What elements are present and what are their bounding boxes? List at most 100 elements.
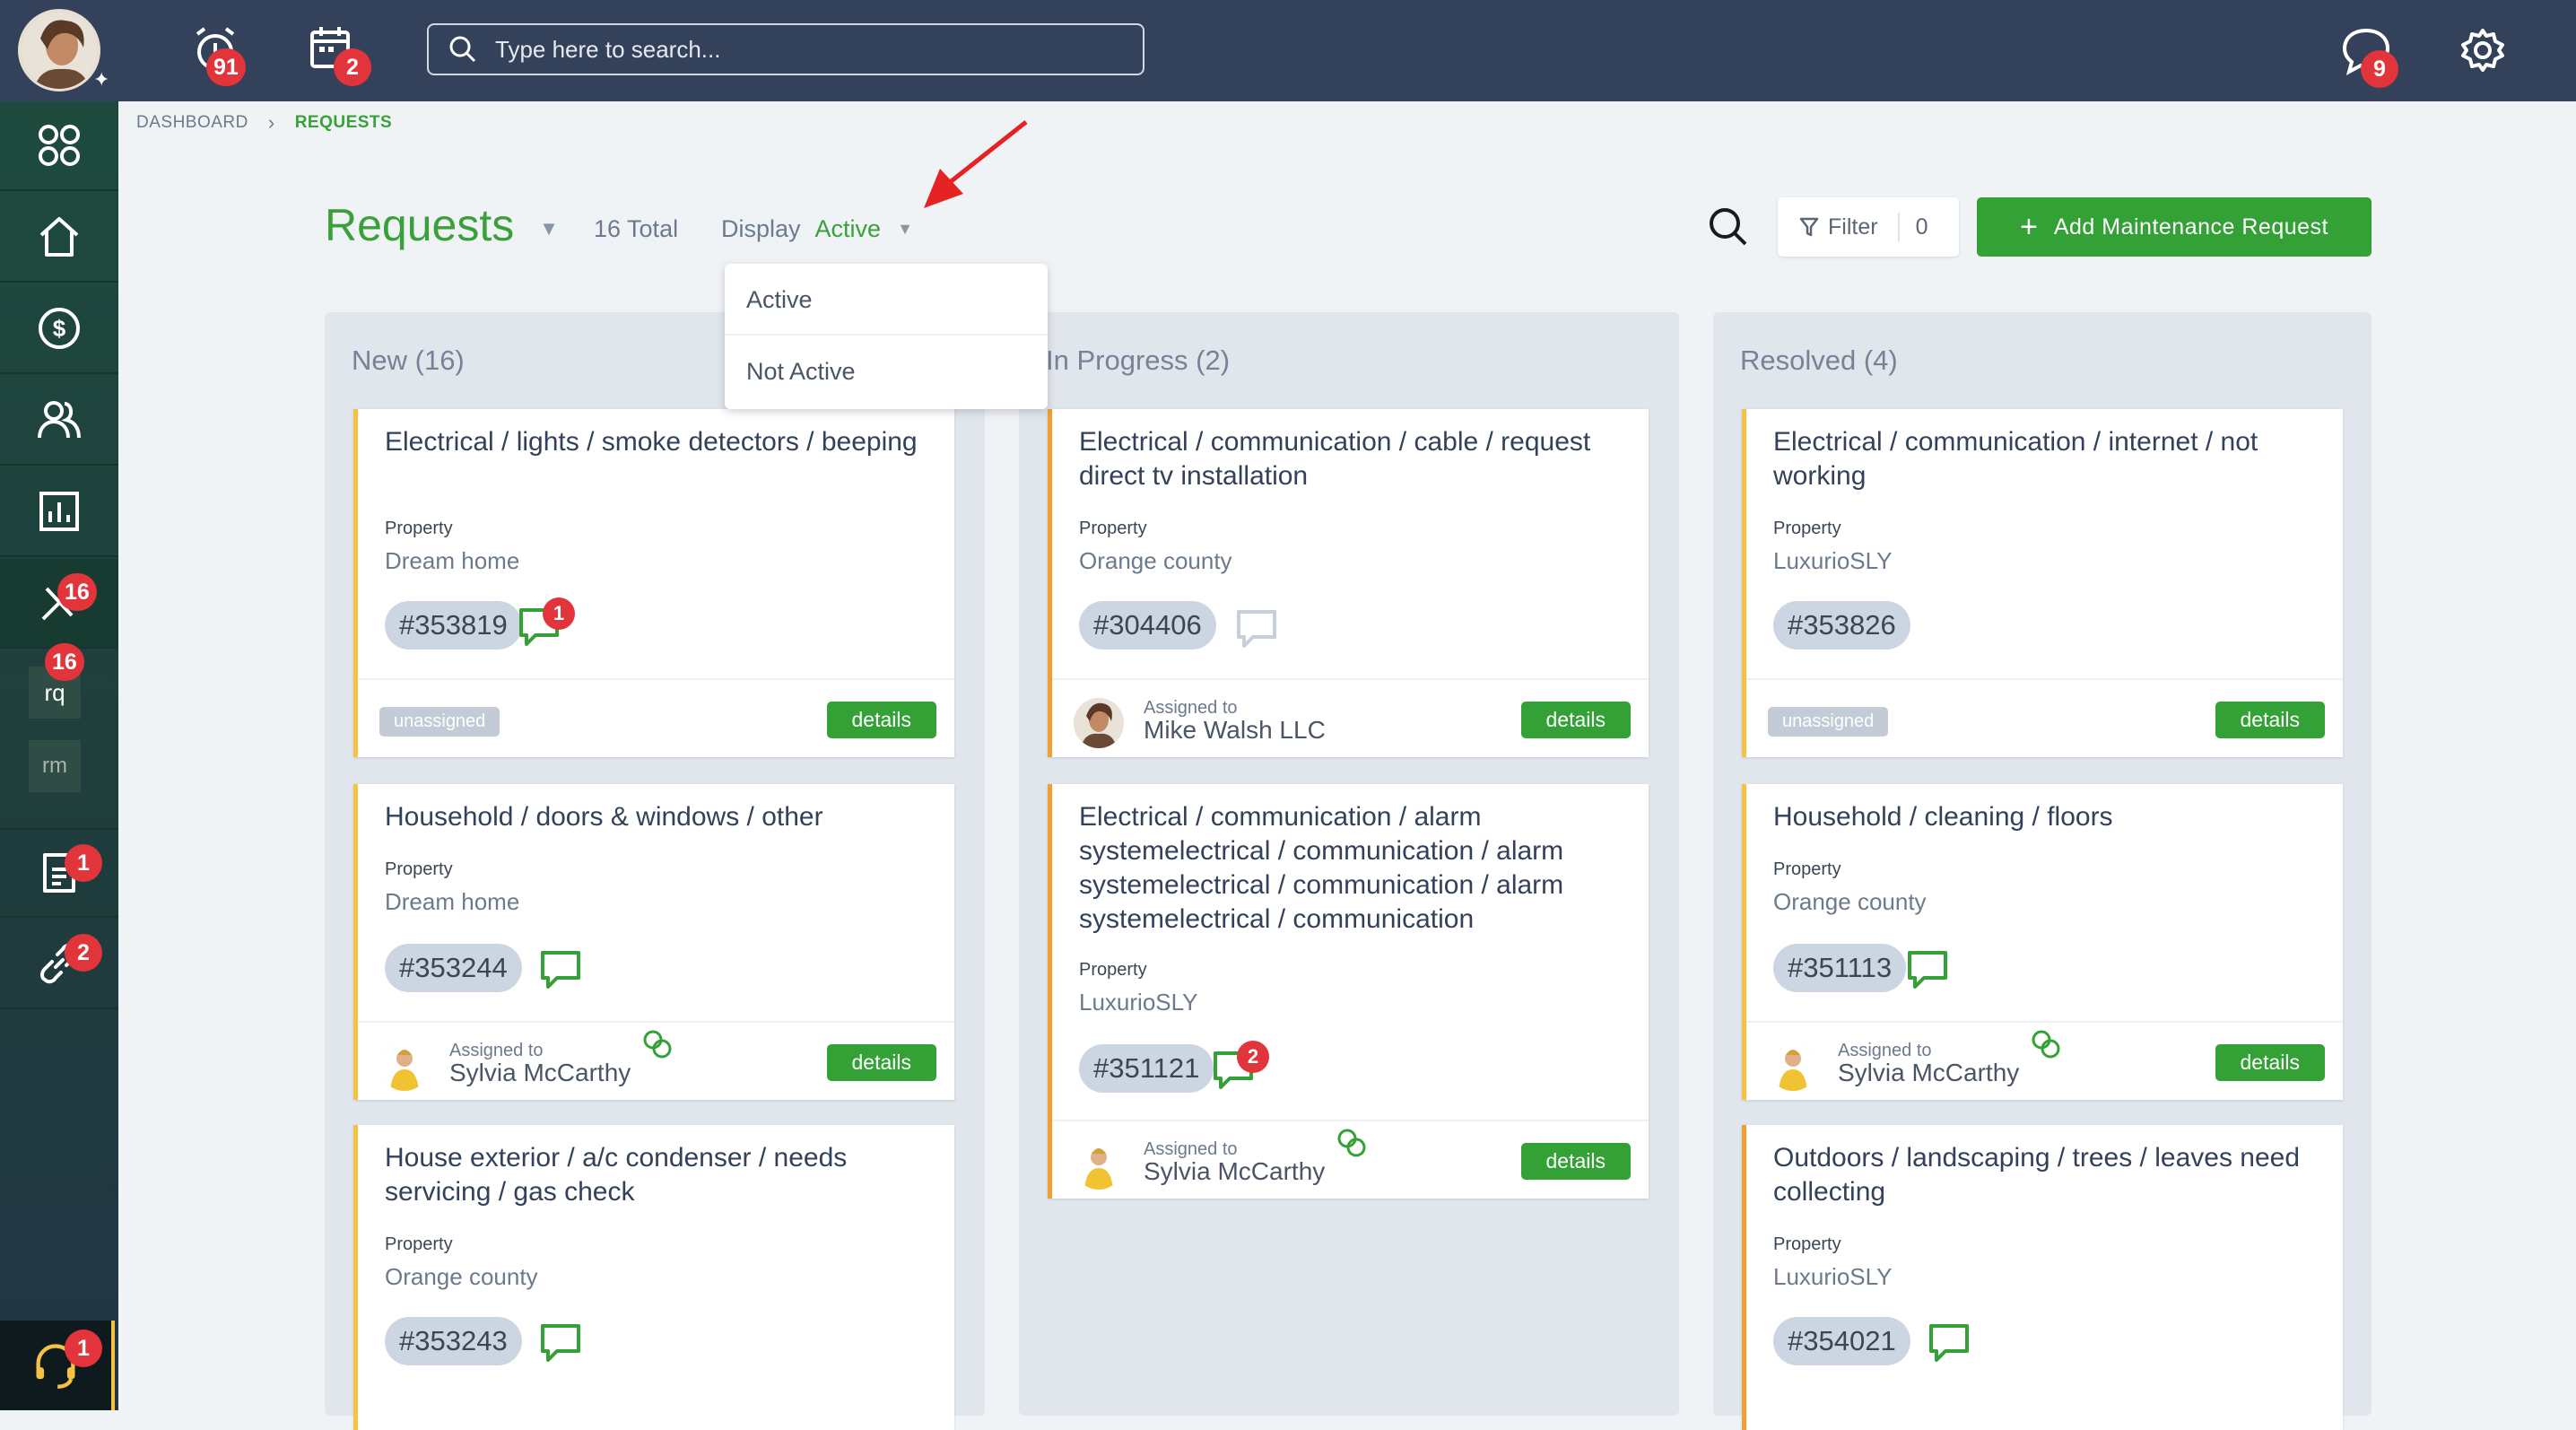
property-value: LuxurioSLY	[1079, 989, 1198, 1016]
chat-icon[interactable]	[1926, 1319, 1972, 1365]
assignee-avatar	[1074, 698, 1124, 748]
request-card[interactable]: Electrical / communication / internet / …	[1742, 409, 2343, 757]
chat-icon[interactable]	[537, 946, 584, 992]
property-label: Property	[1773, 859, 1841, 879]
details-button[interactable]: details	[1520, 1143, 1631, 1180]
chat-count-badge: 1	[543, 597, 575, 630]
settings-gear-icon[interactable]	[2454, 22, 2511, 79]
card-footer: Assigned to Sylvia McCarthy details	[1746, 1021, 2343, 1100]
sidebar-item-people[interactable]	[0, 376, 118, 466]
request-title: House exterior / a/c condenser / needs s…	[385, 1143, 848, 1207]
details-button[interactable]: details	[2215, 1044, 2325, 1081]
pin-icon: ✦	[93, 68, 110, 91]
request-card[interactable]: House exterior / a/c condenser / needs s…	[353, 1125, 954, 1430]
property-value: Orange county	[1079, 547, 1232, 574]
breadcrumb: DASHBOARD › REQUESTS	[136, 111, 392, 135]
sidebar-item-reports[interactable]	[0, 467, 118, 557]
sidebar-item-finance[interactable]: $	[0, 284, 118, 374]
alarm-icon[interactable]: 91	[188, 22, 246, 86]
chat-count-badge: 2	[1237, 1041, 1269, 1073]
search-box[interactable]	[427, 23, 1144, 75]
request-id-tag: #353819	[385, 601, 522, 650]
grid-icon	[39, 125, 80, 166]
property-label: Property	[385, 519, 453, 538]
request-card[interactable]: Household / doors & windows / other Prop…	[353, 784, 954, 1100]
sidebar-item-documents[interactable]: 1	[0, 828, 118, 918]
property-value: Dream home	[385, 888, 520, 915]
calendar-icon[interactable]: 2	[305, 22, 371, 86]
sidebar-item-rq[interactable]: rq 16	[29, 643, 84, 719]
property-value: LuxurioSLY	[1773, 547, 1893, 574]
sidebar-item-home[interactable]	[0, 193, 118, 283]
chat-icon[interactable]	[1233, 605, 1280, 651]
breadcrumb-dashboard[interactable]: DASHBOARD	[136, 113, 248, 133]
card-footer: Assigned to Mike Walsh LLC details	[1052, 678, 1649, 757]
filter-divider	[1897, 213, 1900, 241]
request-card[interactable]: Electrical / lights / smoke detectors / …	[353, 409, 954, 757]
sidebar-item-maintenance[interactable]: 16	[0, 559, 118, 649]
column-new: New (16) Electrical / lights / smoke det…	[325, 312, 985, 1430]
details-button[interactable]: details	[826, 1044, 936, 1081]
chat-icon[interactable]	[537, 1319, 584, 1365]
filter-button[interactable]: Filter 0	[1778, 197, 1959, 257]
annotation-arrow	[924, 120, 1028, 208]
details-button[interactable]: details	[1520, 702, 1631, 738]
card-footer: Assigned to Sylvia McCarthy details	[358, 1021, 954, 1100]
sidebar-item-support[interactable]: 1	[0, 1321, 115, 1410]
request-id-tag: #353243	[385, 1317, 522, 1365]
search-input[interactable]	[495, 35, 1105, 64]
card-footer: unassigned details	[1746, 678, 2343, 757]
assignee-name: Mike Walsh LLC	[1144, 716, 1326, 744]
assignee-name: Sylvia McCarthy	[1838, 1059, 2020, 1086]
property-value: Orange county	[1773, 888, 1927, 915]
sidebar-item-rm[interactable]: rm	[29, 740, 81, 792]
maintenance-badge: 16	[57, 573, 97, 611]
display-option-active[interactable]: Active	[725, 264, 1048, 336]
request-card[interactable]: Household / cleaning / floors Property O…	[1742, 784, 2343, 1100]
calendar-count-badge: 2	[334, 48, 371, 86]
request-card[interactable]: Electrical / communication / cable / req…	[1048, 409, 1649, 757]
chevron-right-icon: ›	[267, 111, 275, 134]
page-title-text: Requests	[325, 200, 515, 250]
links-badge: 2	[65, 934, 102, 972]
display-selector[interactable]: Display Active ▼	[721, 215, 913, 243]
add-maintenance-request-button[interactable]: + Add Maintenance Request	[1977, 197, 2371, 257]
request-card[interactable]: Outdoors / landscaping / trees / leaves …	[1742, 1125, 2343, 1430]
sidebar: $ 16 rq 16 rm 1 2 1	[0, 101, 118, 1410]
property-label: Property	[385, 859, 453, 879]
link-status-icon	[1337, 1129, 1366, 1157]
assignee-avatar	[1074, 1139, 1124, 1190]
request-title: Household / cleaning / floors	[1773, 802, 2113, 832]
display-dropdown-menu: Active Not Active	[725, 264, 1048, 409]
rq-badge: 16	[45, 643, 84, 681]
home-icon	[39, 217, 79, 257]
details-button[interactable]: details	[826, 702, 936, 738]
page-title[interactable]: Requests ▼	[325, 199, 559, 251]
column-title: In Progress (2)	[1046, 344, 1231, 376]
user-avatar[interactable]	[18, 9, 100, 92]
breadcrumb-requests: REQUESTS	[294, 113, 393, 132]
sidebar-item-links[interactable]: 2	[0, 920, 118, 1009]
details-button[interactable]: details	[2215, 702, 2325, 738]
column-title: Resolved (4)	[1740, 344, 1898, 376]
chat-icon[interactable]	[1904, 946, 1951, 992]
messages-count-badge: 9	[2361, 50, 2398, 88]
messages-icon[interactable]: 9	[2337, 22, 2398, 88]
property-label: Property	[1773, 1234, 1841, 1254]
caret-down-icon: ▼	[539, 216, 559, 240]
unassigned-tag: unassigned	[379, 707, 500, 737]
display-option-not-active[interactable]: Not Active	[725, 336, 1048, 407]
request-title: Electrical / communication / cable / req…	[1079, 427, 1591, 491]
card-footer: Assigned to Sylvia McCarthy details	[1052, 1120, 1649, 1199]
sidebar-item-dashboard[interactable]	[0, 101, 118, 191]
search-icon	[449, 36, 476, 63]
request-card[interactable]: Electrical / communication / alarm syste…	[1048, 784, 1649, 1199]
request-title: Electrical / lights / smoke detectors / …	[385, 427, 918, 457]
request-id-tag: #353244	[385, 944, 522, 992]
request-title: Electrical / communication / alarm syste…	[1079, 802, 1564, 934]
caret-down-icon: ▼	[897, 220, 913, 238]
header-search-icon[interactable]	[1708, 206, 1749, 248]
assignee-name: Sylvia McCarthy	[1144, 1157, 1326, 1185]
property-label: Property	[385, 1234, 453, 1254]
property-label: Property	[1773, 519, 1841, 538]
